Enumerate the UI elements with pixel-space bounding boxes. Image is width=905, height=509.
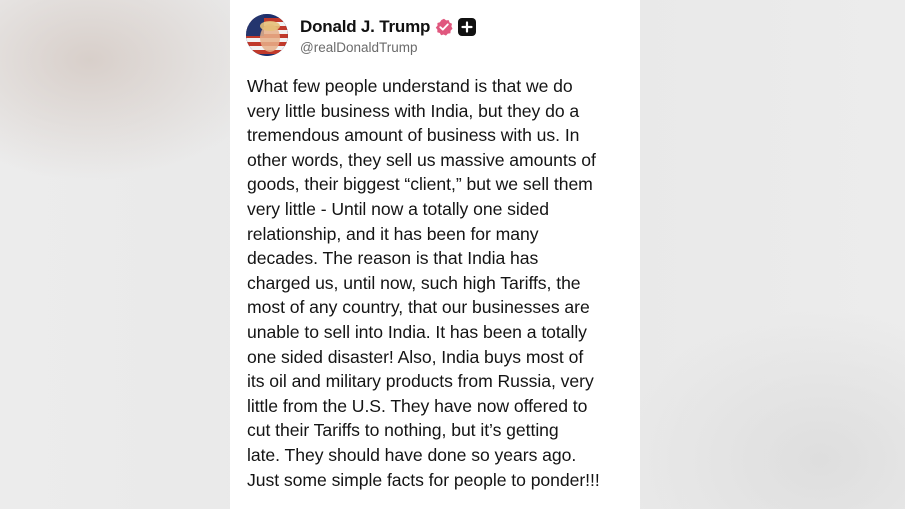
post-text-line: unable to sell into India. It has been a… bbox=[247, 321, 587, 342]
post-text-line: very little business with India, but the… bbox=[247, 100, 580, 121]
post-text-line: late. They should have done so years ago… bbox=[247, 444, 577, 465]
post-text-line: little from the U.S. They have now offer… bbox=[247, 395, 588, 416]
post-text-line: Just some simple facts for people to pon… bbox=[247, 469, 600, 490]
post-text-line: very little - Until now a totally one si… bbox=[247, 198, 549, 219]
post-text-line: most of any country, that our businesses… bbox=[247, 297, 590, 318]
author-handle[interactable]: @realDonaldTrump bbox=[300, 40, 476, 55]
post-card: Donald J. Trump @realDonaldTrump What fe… bbox=[230, 0, 640, 509]
post-text-line: What few people understand is that we do bbox=[247, 76, 573, 96]
display-name[interactable]: Donald J. Trump bbox=[300, 17, 430, 37]
post-text-line: goods, their biggest “client,” but we se… bbox=[247, 174, 593, 195]
post-text-line: tremendous amount of business with us. I… bbox=[247, 125, 580, 146]
post-text-line: one sided disaster! Also, India buys mos… bbox=[247, 346, 584, 367]
post-text-line: relationship, and it has been for many bbox=[247, 223, 539, 244]
avatar[interactable] bbox=[246, 14, 288, 56]
post-text-line: its oil and military products from Russi… bbox=[247, 371, 594, 392]
post-text-line: charged us, until now, such high Tariffs… bbox=[247, 272, 581, 293]
name-row: Donald J. Trump bbox=[300, 16, 477, 38]
post-header: Donald J. Trump @realDonaldTrump bbox=[246, 14, 477, 56]
post-text-line: other words, they sell us massive amount… bbox=[247, 149, 596, 170]
avatar-image bbox=[246, 14, 288, 56]
post-text: What few people understand is that we do… bbox=[247, 74, 632, 492]
verified-badge-icon bbox=[435, 18, 453, 36]
author-info: Donald J. Trump @realDonaldTrump bbox=[300, 16, 477, 55]
plus-icon[interactable] bbox=[458, 17, 477, 36]
post-text-line: decades. The reason is that India has bbox=[247, 248, 539, 269]
post-text-line: cut their Tariffs to nothing, but it’s g… bbox=[247, 420, 559, 441]
